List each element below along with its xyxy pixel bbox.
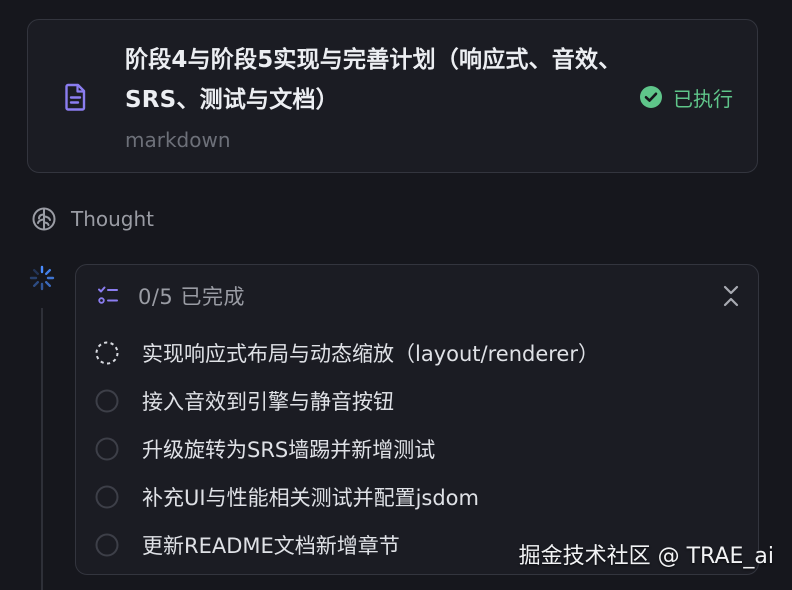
plan-document-card[interactable]: 阶段4与阶段5实现与完善计划（响应式、音效、SRS、测试与文档） markdow… bbox=[27, 19, 758, 173]
todo-item-text: 补充UI与性能相关测试并配置jsdom bbox=[142, 486, 479, 510]
watermark: 掘金技术社区 @ TRAE_ai bbox=[518, 544, 774, 569]
checklist-icon bbox=[98, 286, 118, 304]
todo-list: 实现响应式布局与动态缩放（layout/renderer） 接入音效到引擎与静音… bbox=[94, 329, 599, 569]
todo-item: 升级旋转为SRS墙踢并新增测试 bbox=[94, 425, 599, 473]
document-icon bbox=[65, 83, 86, 111]
timeline-line bbox=[41, 308, 43, 590]
todo-list-card: 0/5 已完成 实现响应式布局与动态缩放（layout/renderer） 接入… bbox=[75, 264, 759, 575]
todo-item: 实现响应式布局与动态缩放（layout/renderer） bbox=[94, 329, 599, 377]
brain-icon bbox=[32, 207, 56, 231]
pending-circle-icon bbox=[95, 533, 119, 557]
execution-status: 已执行 bbox=[639, 81, 733, 113]
collapse-icon[interactable] bbox=[720, 283, 742, 309]
status-label: 已执行 bbox=[673, 86, 733, 111]
thought-toggle[interactable]: Thought bbox=[31, 202, 154, 236]
todo-item: 接入音效到引擎与静音按钮 bbox=[94, 377, 599, 425]
plan-title[interactable]: 阶段4与阶段5实现与完善计划（响应式、音效、SRS、测试与文档） bbox=[125, 40, 635, 120]
thought-label: Thought bbox=[71, 207, 155, 231]
pending-circle-icon bbox=[95, 437, 119, 461]
todo-item-text: 升级旋转为SRS墙踢并新增测试 bbox=[142, 438, 436, 462]
plan-file-type: markdown bbox=[125, 128, 231, 152]
todo-item-text: 实现响应式布局与动态缩放（layout/renderer） bbox=[142, 342, 599, 366]
loading-spinner-icon bbox=[29, 265, 55, 291]
pending-circle-icon bbox=[95, 485, 119, 509]
in-progress-dashed-circle-icon bbox=[95, 341, 119, 365]
chat-panel: 阶段4与阶段5实现与完善计划（响应式、音效、SRS、测试与文档） markdow… bbox=[0, 0, 792, 590]
todo-item-text: 接入音效到引擎与静音按钮 bbox=[142, 390, 394, 414]
pending-circle-icon bbox=[95, 389, 119, 413]
check-circle-icon bbox=[640, 86, 662, 108]
todo-progress: 0/5 已完成 bbox=[138, 285, 245, 309]
todo-item: 补充UI与性能相关测试并配置jsdom bbox=[94, 473, 599, 521]
todo-header: 0/5 已完成 bbox=[96, 279, 245, 313]
todo-item-text: 更新README文档新增章节 bbox=[142, 534, 400, 558]
